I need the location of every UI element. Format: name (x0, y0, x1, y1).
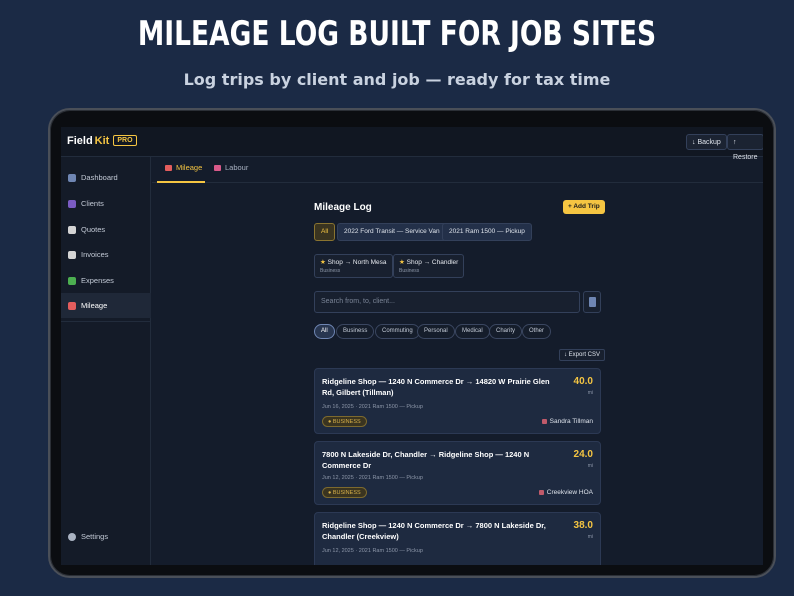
pro-badge: PRO (113, 135, 137, 146)
sidebar-item-dashboard[interactable]: Dashboard (61, 165, 151, 190)
star-icon: ★ (399, 259, 405, 266)
sidebar-item-expenses[interactable]: Expenses (61, 268, 151, 293)
sidebar-item-label: Expenses (81, 276, 114, 285)
tab-labour[interactable]: Labour (214, 163, 248, 172)
vehicle-chip-ram[interactable]: 2021 Ram 1500 — Pickup (442, 223, 532, 241)
search-input[interactable]: Search from, to, client... (314, 291, 580, 313)
quotes-icon (68, 225, 76, 234)
client-icon (538, 490, 544, 495)
category-badge: ● BUSINESS (322, 487, 367, 498)
tab-label: Labour (225, 163, 249, 172)
client-name: Creekview HOA (546, 489, 593, 496)
sidebar-item-label: Clients (81, 199, 104, 208)
filter-commuting[interactable]: Commuting (375, 324, 420, 339)
calendar-icon (589, 297, 596, 307)
app-logo: Field Kit PRO (67, 135, 137, 147)
page-title: Mileage Log (314, 202, 372, 213)
filter-other[interactable]: Other (522, 324, 552, 339)
favorite-route: Shop → North Mesa (327, 259, 387, 266)
logo-kit: Kit (94, 135, 110, 147)
vehicle-chip-transit[interactable]: 2022 Ford Transit — Service Van (337, 223, 447, 241)
promo-headline: MILEAGE LOG BUILT FOR JOB SITES (137, 14, 657, 54)
app-screen: Field Kit PRO ↓ Backup ↑ Restore Dashboard… (61, 127, 763, 565)
trip-distance: 40.0 (573, 376, 593, 387)
export-csv-button[interactable]: ↓ Export CSV (559, 349, 606, 361)
trip-distance: 38.0 (573, 520, 593, 531)
tab-mileage[interactable]: Mileage (165, 163, 202, 172)
top-bar: Field Kit PRO ↓ Backup ↑ Restore (61, 127, 763, 161)
calendar-filter-button[interactable] (583, 291, 601, 313)
favorite-category: Business (399, 268, 420, 274)
dashboard-icon (68, 173, 76, 182)
trip-card[interactable]: Ridgeline Shop — 1240 N Commerce Dr → 78… (314, 512, 601, 565)
sidebar: Dashboard Clients Quotes Invoices Expens… (61, 157, 151, 565)
sidebar-item-label: Dashboard (81, 173, 118, 182)
labour-icon (214, 164, 221, 171)
clients-icon (68, 199, 76, 208)
filter-charity[interactable]: Charity (489, 324, 523, 339)
trip-meta: Jun 16, 2025 · 2021 Ram 1500 — Pickup (322, 404, 423, 410)
trip-route: Ridgeline Shop — 1240 N Commerce Dr → 14… (322, 377, 550, 397)
vehicle-chip-all[interactable]: All (314, 223, 336, 241)
tab-label: Mileage (176, 163, 203, 172)
gear-icon (68, 532, 76, 541)
client-icon (541, 419, 547, 424)
trip-route: 7800 N Lakeside Dr, Chandler → Ridgeline… (322, 450, 530, 470)
sidebar-item-mileage[interactable]: Mileage (61, 293, 151, 318)
car-icon (165, 164, 172, 171)
invoices-icon (68, 250, 76, 259)
sidebar-item-quotes[interactable]: Quotes (61, 217, 151, 242)
trip-distance: 24.0 (573, 449, 593, 460)
tablet-frame: Field Kit PRO ↓ Backup ↑ Restore Dashboard… (48, 108, 776, 578)
backup-button[interactable]: ↓ Backup (686, 134, 727, 150)
tab-bar: Mileage Labour (152, 157, 763, 183)
trip-route: Ridgeline Shop — 1240 N Commerce Dr → 78… (322, 521, 546, 541)
sidebar-item-label: Quotes (81, 225, 106, 234)
filter-medical[interactable]: Medical (455, 324, 490, 339)
trip-unit: mi (587, 534, 593, 540)
add-trip-button[interactable]: + Add Trip (563, 200, 605, 214)
trip-card[interactable]: 7800 N Lakeside Dr, Chandler → Ridgeline… (314, 441, 601, 505)
active-tab-indicator (157, 181, 205, 183)
trip-unit: mi (587, 463, 593, 469)
trip-meta: Jun 12, 2025 · 2021 Ram 1500 — Pickup (322, 548, 423, 554)
sidebar-item-label: Invoices (81, 250, 109, 259)
restore-button[interactable]: ↑ Restore (727, 134, 763, 161)
trip-unit: mi (587, 390, 593, 396)
sidebar-item-settings[interactable]: Settings (61, 524, 151, 549)
trip-client: Creekview HOA (538, 489, 593, 496)
expenses-icon (68, 276, 76, 285)
filter-personal[interactable]: Personal (417, 324, 455, 339)
sidebar-divider (61, 321, 151, 322)
favorite-category: Business (320, 268, 341, 274)
trip-card[interactable]: Ridgeline Shop — 1240 N Commerce Dr → 14… (314, 368, 601, 434)
sidebar-item-clients[interactable]: Clients (61, 191, 151, 216)
sidebar-item-label: Settings (81, 532, 109, 541)
logo-field: Field (67, 135, 93, 147)
filter-business[interactable]: Business (336, 324, 375, 339)
category-badge: ● BUSINESS (322, 416, 367, 427)
favorite-route: Shop → Chandler (406, 259, 459, 266)
trip-meta: Jun 12, 2025 · 2021 Ram 1500 — Pickup (322, 475, 423, 481)
promo-subhead: Log trips by client and job — ready for … (183, 70, 611, 89)
sidebar-item-invoices[interactable]: Invoices (61, 242, 151, 267)
filter-all[interactable]: All (314, 324, 335, 339)
client-name: Sandra Tillman (549, 418, 593, 425)
favorite-trip[interactable]: ★ Shop → North Mesa Business (314, 254, 393, 278)
trip-client: Sandra Tillman (541, 418, 593, 425)
star-icon: ★ (320, 259, 326, 266)
car-icon (68, 301, 76, 310)
favorite-trip[interactable]: ★ Shop → Chandler Business (393, 254, 465, 278)
sidebar-item-label: Mileage (81, 301, 108, 310)
